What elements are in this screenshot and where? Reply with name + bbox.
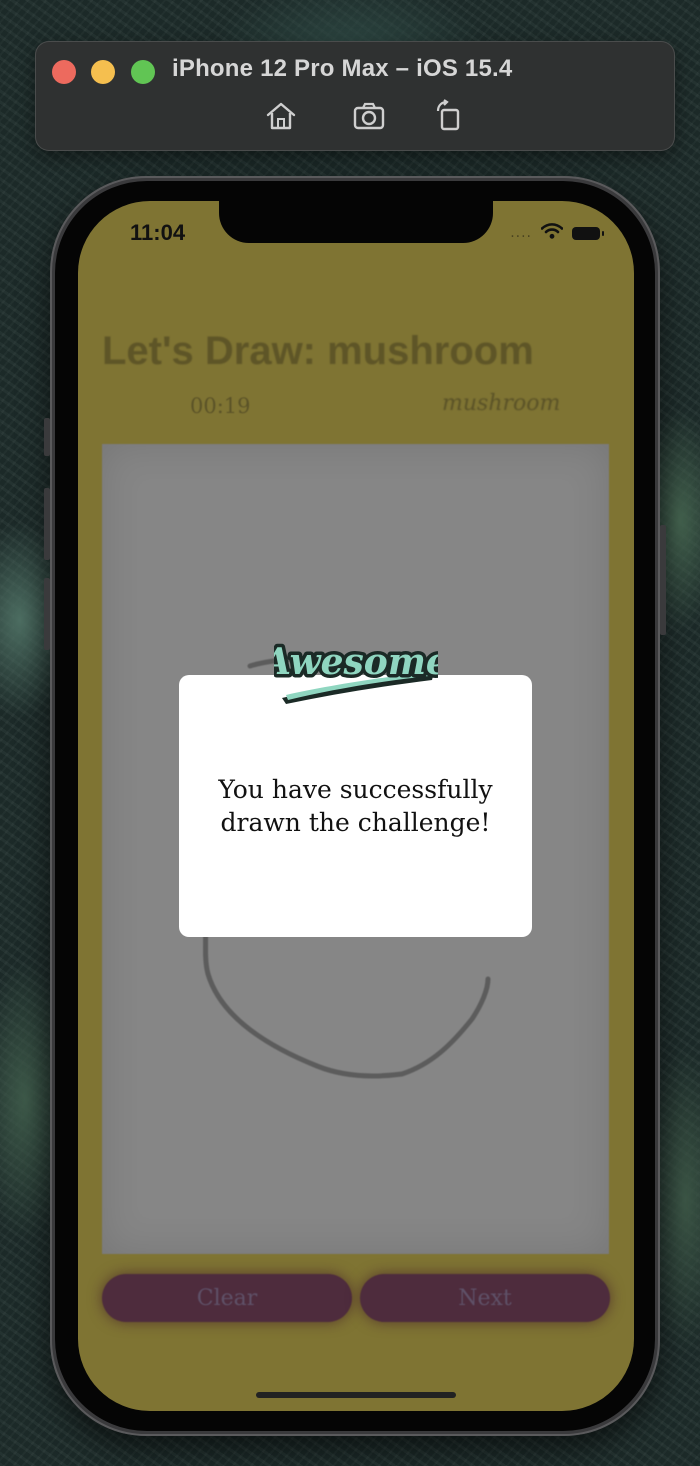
notch <box>219 201 493 243</box>
signal-dots: .... <box>510 225 532 241</box>
wifi-icon <box>540 223 564 243</box>
zoom-window-button[interactable] <box>131 60 155 84</box>
volume-up-button <box>44 488 50 560</box>
countdown-timer: 00:19 <box>190 394 251 418</box>
home-icon[interactable] <box>264 99 298 133</box>
awesome-badge: Awesome Awesome <box>257 628 452 710</box>
volume-down-button <box>44 578 50 650</box>
simulator-title-bar: iPhone 12 Pro Max – iOS 15.4 <box>35 41 675 151</box>
status-icons: .... <box>510 223 604 243</box>
simulator-title: iPhone 12 Pro Max – iOS 15.4 <box>172 55 513 82</box>
clear-button[interactable]: Clear <box>102 1274 352 1322</box>
rotate-icon[interactable] <box>432 99 466 133</box>
prediction-label: mushroom <box>442 391 561 416</box>
minimize-window-button[interactable] <box>91 60 115 84</box>
next-button[interactable]: Next <box>360 1274 610 1322</box>
close-window-button[interactable] <box>52 60 76 84</box>
battery-icon <box>572 226 604 240</box>
page-title: Let's Draw: mushroom <box>102 329 534 373</box>
mute-switch <box>44 418 50 456</box>
badge-text: Awesome <box>274 641 438 683</box>
status-time: 11:04 <box>130 220 186 245</box>
camera-icon[interactable] <box>352 99 386 133</box>
success-message: You have successfully drawn the challeng… <box>218 775 493 837</box>
home-indicator[interactable] <box>256 1392 456 1398</box>
side-button <box>660 525 666 635</box>
success-dialog[interactable]: You have successfully drawn the challeng… <box>179 675 532 937</box>
